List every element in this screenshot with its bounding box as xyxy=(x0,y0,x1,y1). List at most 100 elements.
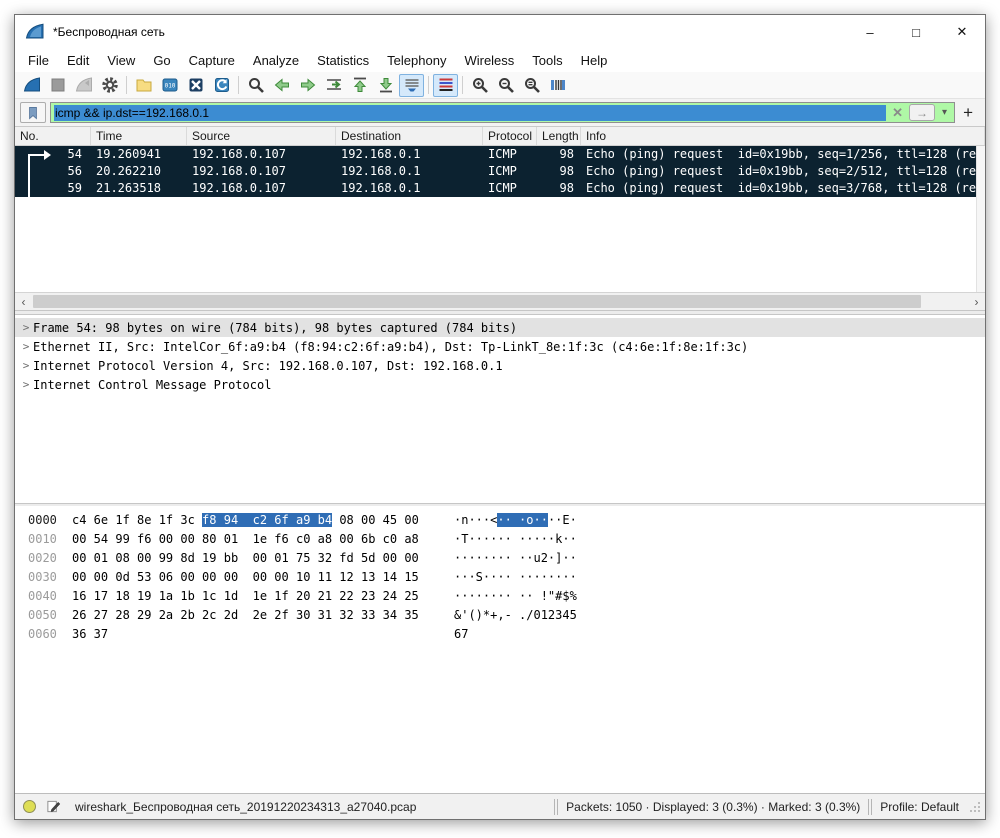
expand-chevron-icon[interactable]: > xyxy=(19,321,33,334)
related-packet-line xyxy=(28,154,44,156)
go-to-top-icon[interactable] xyxy=(347,74,372,97)
zoom-out-icon[interactable] xyxy=(493,74,518,97)
hex-plain: c4 6e 1f 8e 1f 3c xyxy=(72,513,202,527)
hex-row-0030[interactable]: 0030 00 00 0d 53 06 00 00 00 00 00 10 11… xyxy=(28,570,985,589)
filter-apply-arrow-icon[interactable]: → xyxy=(909,104,935,121)
status-bar: wireshark_Беспроводная сеть_201912202343… xyxy=(15,793,985,819)
expand-chevron-icon[interactable]: > xyxy=(19,359,33,372)
expert-info-icon[interactable] xyxy=(23,800,36,813)
menu-tools[interactable]: Tools xyxy=(523,51,571,70)
display-filter-input[interactable]: icmp && ip.dst==192.168.0.1 ✕ → ▾ xyxy=(50,102,955,123)
menu-go[interactable]: Go xyxy=(144,51,179,70)
packet-details-pane: > Frame 54: 98 bytes on wire (784 bits),… xyxy=(15,315,985,503)
profile-indicator[interactable]: Profile: Default xyxy=(880,800,959,814)
filter-add-button[interactable]: + xyxy=(959,103,980,123)
detail-ip-row[interactable]: > Internet Protocol Version 4, Src: 192.… xyxy=(15,356,985,375)
ascii-bytes[interactable]: ·T······ ·····k·· xyxy=(454,532,577,551)
hex-bytes[interactable]: 00 00 0d 53 06 00 00 00 00 00 10 11 12 1… xyxy=(72,570,440,589)
filter-value[interactable]: icmp && ip.dst==192.168.0.1 xyxy=(54,105,886,121)
scroll-left-arrow-icon[interactable]: ‹ xyxy=(15,295,32,309)
menu-capture[interactable]: Capture xyxy=(180,51,244,70)
go-forward-arrow-icon[interactable] xyxy=(295,74,320,97)
start-capture-button[interactable] xyxy=(19,74,44,97)
packet-row-56[interactable]: 56 20.262210 192.168.0.107 192.168.0.1 I… xyxy=(15,163,976,180)
colorize-toggle[interactable] xyxy=(433,74,458,97)
hex-row-0020[interactable]: 0020 00 01 08 00 99 8d 19 bb 00 01 75 32… xyxy=(28,551,985,570)
ascii-bytes[interactable]: ·n···<·· ·o····E· xyxy=(454,513,577,532)
capture-options-gear-icon[interactable] xyxy=(97,74,122,97)
expand-chevron-icon[interactable]: > xyxy=(19,378,33,391)
go-back-arrow-icon[interactable] xyxy=(269,74,294,97)
column-header-info[interactable]: Info xyxy=(581,127,985,145)
hex-bytes[interactable]: 16 17 18 19 1a 1b 1c 1d 1e 1f 20 21 22 2… xyxy=(72,589,440,608)
column-header-no[interactable]: No. xyxy=(15,127,91,145)
hex-bytes[interactable]: c4 6e 1f 8e 1f 3c f8 94 c2 6f a9 b4 08 0… xyxy=(72,513,440,532)
hex-selected-bytes: f8 94 c2 6f a9 b4 xyxy=(202,513,332,527)
close-file-button[interactable] xyxy=(183,74,208,97)
ascii-bytes[interactable]: ········ ··u2·]·· xyxy=(454,551,577,570)
scrollbar-thumb[interactable] xyxy=(33,295,921,308)
filter-clear-icon[interactable]: ✕ xyxy=(889,105,906,121)
menu-edit[interactable]: Edit xyxy=(58,51,98,70)
close-button[interactable]: ✕ xyxy=(939,15,985,49)
zoom-in-icon[interactable] xyxy=(467,74,492,97)
go-to-packet-icon[interactable] xyxy=(321,74,346,97)
ascii-bytes[interactable]: ···S···· ········ xyxy=(454,570,577,589)
packet-row-59[interactable]: 59 21.263518 192.168.0.107 192.168.0.1 I… xyxy=(15,180,976,197)
ascii-bytes[interactable]: ········ ·· !"#$% xyxy=(454,589,577,608)
packet-list-horizontal-scrollbar[interactable]: ‹ › xyxy=(15,292,985,310)
menu-file[interactable]: File xyxy=(19,51,58,70)
menu-help[interactable]: Help xyxy=(572,51,617,70)
packet-list-vertical-scrollbar[interactable] xyxy=(976,146,985,292)
maximize-button[interactable]: □ xyxy=(893,15,939,49)
auto-scroll-toggle[interactable] xyxy=(399,74,424,97)
menu-telephony[interactable]: Telephony xyxy=(378,51,455,70)
go-to-bottom-icon[interactable] xyxy=(373,74,398,97)
hex-bytes[interactable]: 00 01 08 00 99 8d 19 bb 00 01 75 32 fd 5… xyxy=(72,551,440,570)
hex-row-0010[interactable]: 0010 00 54 99 f6 00 00 80 01 1e f6 c0 a8… xyxy=(28,532,985,551)
column-header-source[interactable]: Source xyxy=(187,127,336,145)
hex-bytes[interactable]: 00 54 99 f6 00 00 80 01 1e f6 c0 a8 00 6… xyxy=(72,532,440,551)
detail-frame-row[interactable]: > Frame 54: 98 bytes on wire (784 bits),… xyxy=(15,318,985,337)
cell-no: 56 xyxy=(15,163,91,180)
save-file-button[interactable]: 010 xyxy=(157,74,182,97)
menu-statistics[interactable]: Statistics xyxy=(308,51,378,70)
hex-row-0000[interactable]: 0000 c4 6e 1f 8e 1f 3c f8 94 c2 6f a9 b4… xyxy=(28,513,985,532)
detail-icmp-row[interactable]: > Internet Control Message Protocol xyxy=(15,375,985,394)
packet-row-54[interactable]: 54 19.260941 192.168.0.107 192.168.0.1 I… xyxy=(15,146,976,163)
column-header-time[interactable]: Time xyxy=(91,127,187,145)
filter-dropdown-caret-icon[interactable]: ▾ xyxy=(938,107,951,118)
resize-columns-icon[interactable] xyxy=(545,74,570,97)
menu-analyze[interactable]: Analyze xyxy=(244,51,308,70)
reload-file-button[interactable] xyxy=(209,74,234,97)
capture-comment-icon[interactable] xyxy=(46,799,61,814)
menu-wireless[interactable]: Wireless xyxy=(455,51,523,70)
statusbar-separator xyxy=(554,799,558,815)
column-header-length[interactable]: Length xyxy=(537,127,581,145)
cell-destination: 192.168.0.1 xyxy=(336,180,483,197)
stop-capture-button[interactable] xyxy=(45,74,70,97)
resize-grip[interactable] xyxy=(969,801,981,813)
column-header-destination[interactable]: Destination xyxy=(336,127,483,145)
hex-bytes[interactable]: 26 27 28 29 2a 2b 2c 2d 2e 2f 30 31 32 3… xyxy=(72,608,440,627)
ascii-bytes[interactable]: 67 xyxy=(454,627,468,646)
minimize-button[interactable]: – xyxy=(847,15,893,49)
cell-time: 21.263518 xyxy=(91,180,187,197)
hex-row-0040[interactable]: 0040 16 17 18 19 1a 1b 1c 1d 1e 1f 20 21… xyxy=(28,589,985,608)
hex-row-0050[interactable]: 0050 26 27 28 29 2a 2b 2c 2d 2e 2f 30 31… xyxy=(28,608,985,627)
find-packet-icon[interactable] xyxy=(243,74,268,97)
hex-bytes[interactable]: 36 37 xyxy=(72,627,440,646)
hex-row-0060[interactable]: 0060 36 37 67 xyxy=(28,627,985,646)
scroll-right-arrow-icon[interactable]: › xyxy=(968,295,985,309)
ascii-bytes[interactable]: &'()*+,- ./012345 xyxy=(454,608,577,627)
restart-capture-button[interactable] xyxy=(71,74,96,97)
zoom-original-icon[interactable] xyxy=(519,74,544,97)
expand-chevron-icon[interactable]: > xyxy=(19,340,33,353)
open-file-button[interactable] xyxy=(131,74,156,97)
filter-bookmark-button[interactable] xyxy=(20,102,46,123)
menu-view[interactable]: View xyxy=(98,51,144,70)
related-packet-line xyxy=(28,154,30,197)
column-header-protocol[interactable]: Protocol xyxy=(483,127,537,145)
cell-no: 59 xyxy=(15,180,91,197)
detail-ethernet-row[interactable]: > Ethernet II, Src: IntelCor_6f:a9:b4 (f… xyxy=(15,337,985,356)
